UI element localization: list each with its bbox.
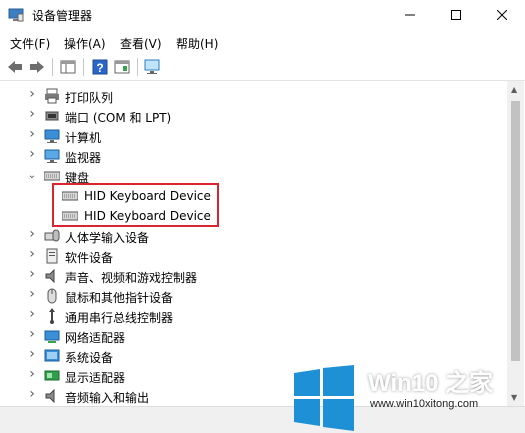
toolbar-divider bbox=[52, 58, 53, 76]
menu-action[interactable]: 操作(A) bbox=[64, 35, 106, 52]
chevron-right-icon[interactable]: › bbox=[27, 387, 37, 401]
watermark: Win10 之家 www.win10xitong.com bbox=[292, 363, 525, 432]
chevron-right-icon[interactable]: › bbox=[27, 127, 37, 141]
help-icon: ? bbox=[92, 59, 108, 75]
chevron-down-icon[interactable]: ⌄ bbox=[27, 170, 37, 182]
tree-item-label: 端口 (COM 和 LPT) bbox=[65, 111, 172, 125]
speaker-icon bbox=[45, 268, 55, 284]
chevron-right-icon[interactable]: › bbox=[27, 347, 37, 361]
tree-category-item[interactable]: › 计算机 bbox=[0, 126, 507, 146]
tree-category-item[interactable]: › 通用串行总线控制器 bbox=[0, 306, 507, 326]
help-button[interactable]: ? bbox=[90, 57, 110, 77]
tree-category-item[interactable]: › 声音、视频和游戏控制器 bbox=[0, 266, 507, 286]
toolbar-divider bbox=[137, 58, 138, 76]
menu-file[interactable]: 文件(F) bbox=[10, 35, 50, 52]
back-arrow-icon bbox=[8, 61, 22, 73]
vertical-scrollbar[interactable]: ▲ ▼ bbox=[507, 81, 524, 406]
port-icon bbox=[45, 111, 59, 121]
software-device-icon bbox=[46, 248, 58, 264]
console-tree-icon bbox=[60, 60, 76, 74]
tree-item-label: 通用串行总线控制器 bbox=[65, 311, 174, 325]
tree-item-label: 软件设备 bbox=[65, 251, 114, 265]
forward-arrow-icon bbox=[30, 61, 44, 73]
toolbar: ? bbox=[0, 54, 525, 81]
chevron-right-icon[interactable]: › bbox=[27, 307, 37, 321]
chevron-right-icon[interactable]: › bbox=[27, 247, 37, 261]
network-adapter-icon bbox=[44, 330, 60, 343]
usb-icon bbox=[49, 308, 55, 324]
menu-view[interactable]: 查看(V) bbox=[120, 35, 162, 52]
watermark-url: www.win10xitong.com bbox=[370, 398, 479, 410]
device-tree[interactable]: › 打印队列 › 端口 (COM 和 LPT) › 计算机 › 监视器 ⌄ 键盘 HID Keybo… bbox=[0, 81, 507, 406]
tree-item-label: 音频输入和输出 bbox=[65, 391, 150, 405]
chevron-right-icon[interactable]: › bbox=[27, 87, 37, 101]
tree-item-label: 系统设备 bbox=[65, 351, 114, 365]
scan-hardware-button[interactable] bbox=[143, 57, 163, 77]
tree-item-label: 计算机 bbox=[65, 131, 102, 145]
menu-bar: 文件(F) 操作(A) 查看(V) 帮助(H) bbox=[0, 30, 525, 54]
windows-logo-icon bbox=[294, 365, 354, 431]
scroll-thumb[interactable] bbox=[511, 101, 520, 361]
tree-category-item[interactable]: › 软件设备 bbox=[0, 246, 507, 266]
highlight-box bbox=[52, 183, 219, 227]
back-button[interactable] bbox=[5, 57, 25, 77]
chevron-right-icon[interactable]: › bbox=[27, 327, 37, 341]
tree-category-item[interactable]: › 鼠标和其他指针设备 bbox=[0, 286, 507, 306]
chevron-right-icon[interactable]: › bbox=[27, 227, 37, 241]
keyboard-icon bbox=[44, 171, 60, 181]
close-button[interactable] bbox=[479, 0, 525, 30]
maximize-button[interactable] bbox=[433, 0, 479, 30]
tree-category-item[interactable]: › 监视器 bbox=[0, 146, 507, 166]
audio-icon bbox=[45, 388, 55, 404]
tree-item-label: 声音、视频和游戏控制器 bbox=[65, 271, 198, 285]
properties-icon bbox=[114, 60, 130, 74]
tree-category-item[interactable]: › 打印队列 bbox=[0, 86, 507, 106]
chevron-right-icon[interactable]: › bbox=[27, 107, 37, 121]
toolbar-divider bbox=[83, 58, 84, 76]
hid-icon bbox=[44, 229, 60, 242]
printer-icon bbox=[45, 88, 59, 104]
computer-icon bbox=[44, 129, 60, 143]
tree-category-item[interactable]: › 端口 (COM 和 LPT) bbox=[0, 106, 507, 126]
device-manager-icon bbox=[8, 8, 24, 22]
mouse-icon bbox=[47, 288, 57, 304]
tree-item-label: 打印队列 bbox=[65, 91, 114, 105]
forward-button[interactable] bbox=[27, 57, 47, 77]
show-hide-tree-button[interactable] bbox=[58, 57, 78, 77]
window-title: 设备管理器 bbox=[32, 9, 93, 23]
chevron-right-icon[interactable]: › bbox=[27, 147, 37, 161]
maximize-icon bbox=[451, 10, 461, 20]
tree-item-label: 监视器 bbox=[65, 151, 102, 165]
chevron-right-icon[interactable]: › bbox=[27, 287, 37, 301]
tree-item-label: 人体学输入设备 bbox=[65, 231, 150, 245]
title-bar: 设备管理器 bbox=[0, 0, 525, 30]
tree-item-label: 鼠标和其他指针设备 bbox=[65, 291, 174, 305]
minimize-icon bbox=[405, 14, 415, 16]
chevron-right-icon[interactable]: › bbox=[27, 267, 37, 281]
scan-hardware-icon bbox=[144, 59, 160, 74]
close-icon bbox=[497, 10, 507, 20]
properties-button[interactable] bbox=[112, 57, 132, 77]
menu-help[interactable]: 帮助(H) bbox=[176, 35, 218, 52]
system-device-icon bbox=[44, 349, 60, 362]
tree-category-item[interactable]: › 人体学输入设备 bbox=[0, 226, 507, 246]
scroll-up-icon[interactable]: ▲ bbox=[511, 85, 517, 94]
tree-category-item[interactable]: › 网络适配器 bbox=[0, 326, 507, 346]
watermark-brand: Win10 之家 bbox=[368, 370, 494, 397]
tree-item-label: 网络适配器 bbox=[65, 331, 126, 345]
tree-item-label: 显示适配器 bbox=[65, 371, 126, 385]
minimize-button[interactable] bbox=[387, 0, 433, 30]
display-adapter-icon bbox=[44, 370, 60, 381]
monitor-icon bbox=[44, 149, 60, 163]
svg-text:?: ? bbox=[96, 61, 103, 75]
chevron-right-icon[interactable]: › bbox=[27, 367, 37, 381]
